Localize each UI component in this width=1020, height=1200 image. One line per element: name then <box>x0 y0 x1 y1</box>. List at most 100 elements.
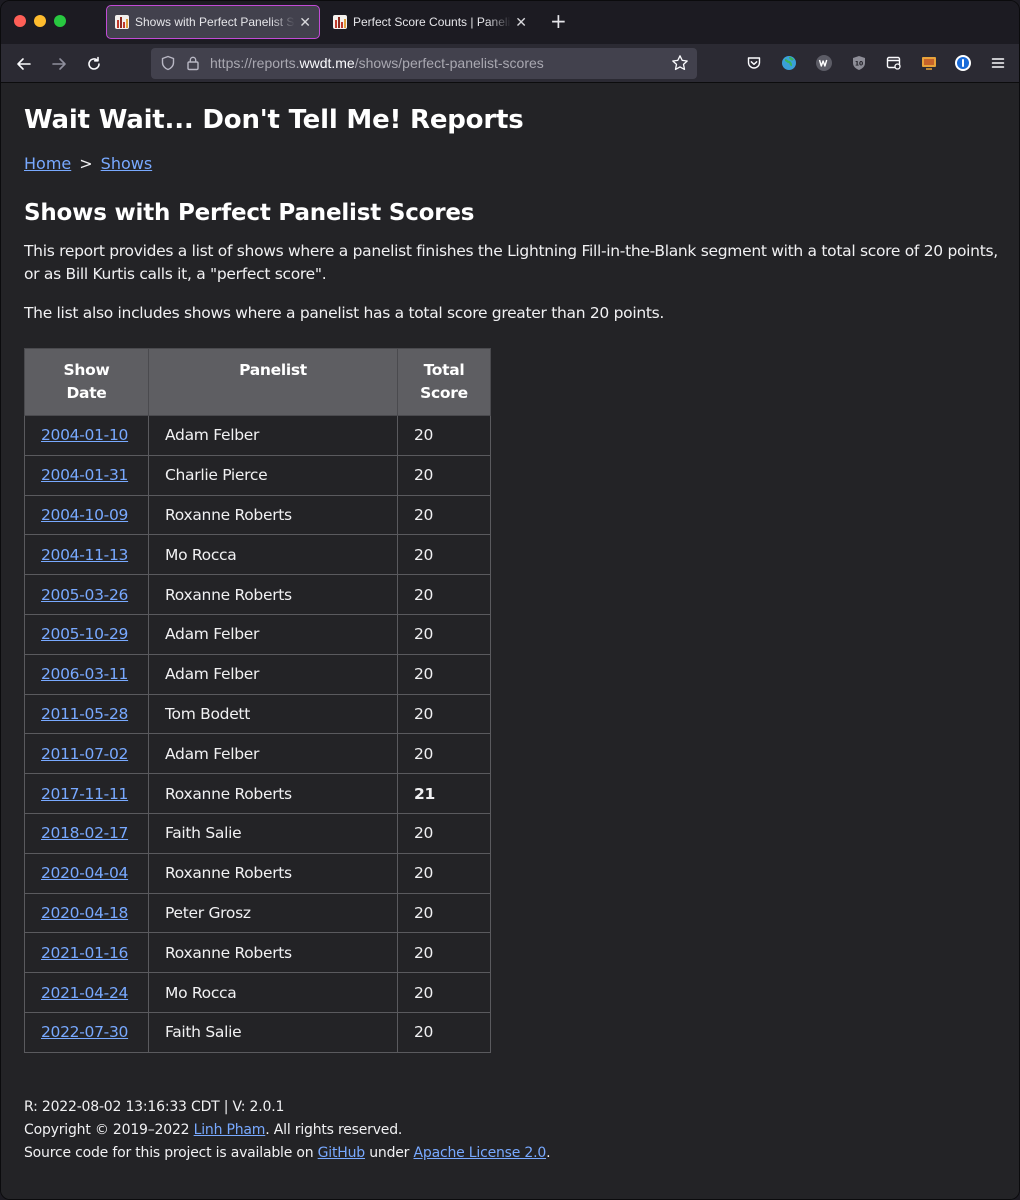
show-date-link[interactable]: 2018-02-17 <box>41 824 128 842</box>
hamburger-menu-icon[interactable] <box>989 54 1007 72</box>
perfect-scores-table: Show Date Panelist Total Score 2004-01-10… <box>24 348 491 1053</box>
forward-arrow-icon[interactable] <box>47 52 71 76</box>
table-row: 2017-11-11 Roxanne Roberts 21 <box>24 773 491 814</box>
total-score-cell-highlighted: 21 <box>397 773 491 814</box>
column-header-total-score-line2: Score <box>420 384 468 402</box>
table-row: 2011-07-02 Adam Felber 20 <box>24 733 491 775</box>
show-date-link[interactable]: 2021-04-24 <box>41 984 128 1002</box>
copyright-line: Copyright © 2019–2022 Linh Pham. All rig… <box>24 1119 998 1142</box>
tracking-protection-shield-icon[interactable] <box>160 55 176 75</box>
show-date-link[interactable]: 2005-03-26 <box>41 586 128 604</box>
total-score-cell: 20 <box>397 932 491 974</box>
total-score-cell: 20 <box>397 972 491 1013</box>
address-bar[interactable]: https://reports.wwdt.me/shows/perfect-pa… <box>151 48 697 79</box>
show-date-link[interactable]: 2005-10-29 <box>41 625 128 643</box>
breadcrumb-home-link[interactable]: Home <box>24 154 71 173</box>
table-row: 2006-03-11 Adam Felber 20 <box>24 653 491 695</box>
table-row: 2004-10-09 Roxanne Roberts 20 <box>24 494 491 536</box>
panelist-cell: Faith Salie <box>148 812 398 854</box>
tab-perfect-score-counts[interactable]: Perfect Score Counts | Panelists ✕ <box>325 5 535 39</box>
show-date-link[interactable]: 2020-04-04 <box>41 864 128 882</box>
total-score-cell: 20 <box>397 454 491 496</box>
close-window-button[interactable] <box>14 15 26 27</box>
table-row: 2020-04-04 Roxanne Roberts 20 <box>24 852 491 894</box>
license-link[interactable]: Apache License 2.0 <box>414 1145 547 1161</box>
total-score-cell: 20 <box>397 693 491 735</box>
show-date-link[interactable]: 2017-11-11 <box>41 785 128 803</box>
panelist-cell: Mo Rocca <box>148 534 398 576</box>
show-date-link[interactable]: 2011-07-02 <box>41 745 128 763</box>
site-title: Wait Wait... Don't Tell Me! Reports <box>24 105 524 135</box>
tab-title: Perfect Score Counts | Panelists <box>353 15 512 29</box>
panelist-cell: Roxanne Roberts <box>148 574 398 615</box>
tab-bar: Shows with Perfect Panelist Scores ✕ Per… <box>1 1 1019 44</box>
breadcrumb-separator: > <box>79 154 93 173</box>
show-date-link[interactable]: 2011-05-28 <box>41 705 128 723</box>
total-score-cell: 20 <box>397 1011 491 1053</box>
show-date-link[interactable]: 2004-01-10 <box>41 426 128 444</box>
table-row: 2022-07-30 Faith Salie 20 <box>24 1011 491 1053</box>
total-score-cell: 20 <box>397 733 491 775</box>
panelist-cell: Charlie Pierce <box>148 454 398 496</box>
total-score-cell: 20 <box>397 812 491 854</box>
panelist-cell: Roxanne Roberts <box>148 494 398 536</box>
table-row: 2021-01-16 Roxanne Roberts 20 <box>24 932 491 974</box>
tab-close-icon[interactable]: ✕ <box>299 14 311 31</box>
wappalyzer-extension-icon[interactable] <box>815 54 833 72</box>
password-manager-icon[interactable] <box>954 54 972 72</box>
navigation-toolbar: https://reports.wwdt.me/shows/perfect-pa… <box>1 44 1019 83</box>
table-row: 2011-05-28 Tom Bodett 20 <box>24 693 491 735</box>
github-link[interactable]: GitHub <box>318 1145 366 1161</box>
show-date-link[interactable]: 2004-10-09 <box>41 506 128 524</box>
show-date-cell: 2004-01-31 <box>24 454 149 496</box>
breadcrumb: Home > Shows <box>24 153 998 175</box>
pocket-icon[interactable] <box>745 54 763 72</box>
table-row: 2005-10-29 Adam Felber 20 <box>24 613 491 655</box>
page-footer: R: 2022-08-02 13:16:33 CDT | V: 2.0.1 Co… <box>24 1096 998 1165</box>
show-date-link[interactable]: 2021-01-16 <box>41 944 128 962</box>
copyright-prefix: Copyright © 2019–2022 <box>24 1121 194 1138</box>
table-row: 2018-02-17 Faith Salie 20 <box>24 812 491 854</box>
maximize-window-button[interactable] <box>54 15 66 27</box>
table-row: 2004-11-13 Mo Rocca 20 <box>24 534 491 576</box>
show-date-cell: 2005-03-26 <box>24 574 149 615</box>
reload-icon[interactable] <box>82 52 106 76</box>
author-link[interactable]: Linh Pham <box>194 1122 266 1138</box>
back-arrow-icon[interactable] <box>12 52 36 76</box>
url-text[interactable]: https://reports.wwdt.me/shows/perfect-pa… <box>210 55 544 71</box>
minimize-window-button[interactable] <box>34 15 46 27</box>
panelist-cell: Peter Grosz <box>148 892 398 934</box>
total-score-cell: 20 <box>397 653 491 695</box>
table-body: 2004-01-10 Adam Felber 20 2004-01-31 Charli… <box>24 415 491 1053</box>
show-date-link[interactable]: 2004-11-13 <box>41 546 128 564</box>
panelist-cell: Adam Felber <box>148 733 398 775</box>
lock-icon[interactable] <box>185 55 201 75</box>
screenshot-extension-icon[interactable] <box>885 54 903 72</box>
bookmark-star-icon[interactable] <box>671 54 689 76</box>
render-version-info: R: 2022-08-02 13:16:33 CDT | V: 2.0.1 <box>24 1098 285 1115</box>
tab-title: Shows with Perfect Panelist Scores <box>135 15 295 29</box>
show-date-cell: 2018-02-17 <box>24 812 149 854</box>
ublock-origin-icon[interactable]: 10 <box>850 54 868 72</box>
show-date-cell: 2020-04-18 <box>24 892 149 934</box>
table-row: 2005-03-26 Roxanne Roberts 20 <box>24 574 491 615</box>
globe-extension-icon[interactable] <box>780 54 798 72</box>
show-date-cell: 2021-04-24 <box>24 972 149 1013</box>
panelist-cell: Adam Felber <box>148 613 398 655</box>
total-score-cell: 20 <box>397 613 491 655</box>
tab-close-icon[interactable]: ✕ <box>515 14 527 31</box>
new-tab-plus-icon[interactable]: + <box>550 11 567 31</box>
show-date-link[interactable]: 2020-04-18 <box>41 904 128 922</box>
report-description-secondary: The list also includes shows where a pan… <box>24 304 665 322</box>
source-code-line: Source code for this project is availabl… <box>24 1142 998 1165</box>
column-header-total-score: Total Score <box>397 348 491 416</box>
breadcrumb-shows-link[interactable]: Shows <box>101 154 153 173</box>
tab-shows-perfect-scores[interactable]: Shows with Perfect Panelist Scores ✕ <box>106 5 320 39</box>
url-prefix: https://reports. <box>210 55 300 71</box>
svg-text:10: 10 <box>855 61 863 68</box>
show-date-link[interactable]: 2022-07-30 <box>41 1023 128 1041</box>
show-date-link[interactable]: 2006-03-11 <box>41 665 128 683</box>
browser-window: Shows with Perfect Panelist Scores ✕ Per… <box>0 0 1020 1200</box>
cast-extension-icon[interactable] <box>920 54 938 72</box>
show-date-link[interactable]: 2004-01-31 <box>41 466 128 484</box>
